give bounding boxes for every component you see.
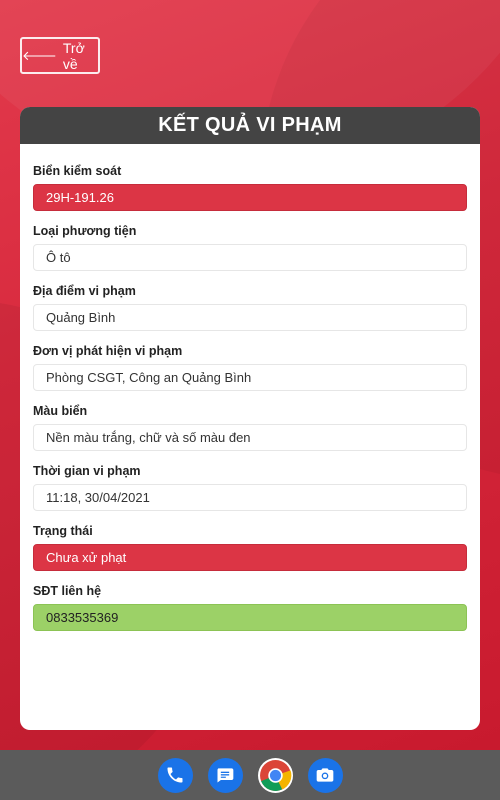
app-dock [0, 750, 500, 800]
back-button-label: Trở về [62, 39, 85, 72]
field-violation-time: Thời gian vi phạm 11:18, 30/04/2021 [33, 464, 467, 511]
page-title: KẾT QUẢ VI PHẠM [158, 114, 342, 136]
arrow-left-icon: 🡐 [22, 48, 57, 63]
field-value-violation-time: 11:18, 30/04/2021 [33, 484, 467, 511]
field-value-vehicle-type: Ô tô [33, 244, 467, 271]
phone-icon[interactable] [157, 757, 193, 793]
chrome-icon[interactable] [257, 757, 293, 793]
field-detecting-unit: Đơn vị phát hiện vi phạm Phòng CSGT, Côn… [33, 344, 467, 391]
field-contact-phone: SĐT liên hệ 0833535369 [33, 584, 467, 631]
field-label: Địa điểm vi phạm [33, 284, 136, 298]
field-label: Màu biển [33, 404, 88, 418]
field-plate: Biển kiểm soát 29H-191.26 [33, 164, 467, 211]
status-badge: Chưa xử phạt [33, 544, 467, 571]
field-vehicle-type: Loại phương tiện Ô tô [33, 224, 467, 271]
field-value-detecting-unit: Phòng CSGT, Công an Quảng Bình [33, 364, 467, 391]
back-button[interactable]: 🡐 Trở về [20, 37, 100, 74]
camera-icon[interactable] [307, 757, 343, 793]
field-status: Trạng thái Chưa xử phạt [33, 524, 467, 571]
field-label: Thời gian vi phạm [33, 464, 141, 478]
field-value-plate: 29H-191.26 [33, 184, 467, 211]
fields-list: Biển kiểm soát 29H-191.26 Loại phương ti… [20, 144, 480, 631]
field-label: Biển kiểm soát [33, 164, 122, 178]
field-value-location: Quảng Bình [33, 304, 467, 331]
messages-icon[interactable] [207, 757, 243, 793]
field-label: SĐT liên hệ [33, 584, 102, 598]
field-value-plate-color: Nền màu trắng, chữ và số màu đen [33, 424, 467, 451]
field-plate-color: Màu biển Nền màu trắng, chữ và số màu đe… [33, 404, 467, 451]
field-label: Đơn vị phát hiện vi phạm [33, 344, 183, 358]
field-label: Loại phương tiện [33, 224, 137, 238]
card-header: KẾT QUẢ VI PHẠM [20, 107, 480, 144]
field-value-contact-phone[interactable]: 0833535369 [33, 604, 467, 631]
field-label: Trạng thái [33, 524, 93, 538]
violation-result-card: KẾT QUẢ VI PHẠM Biển kiểm soát 29H-191.2… [20, 107, 480, 730]
field-location: Địa điểm vi phạm Quảng Bình [33, 284, 467, 331]
